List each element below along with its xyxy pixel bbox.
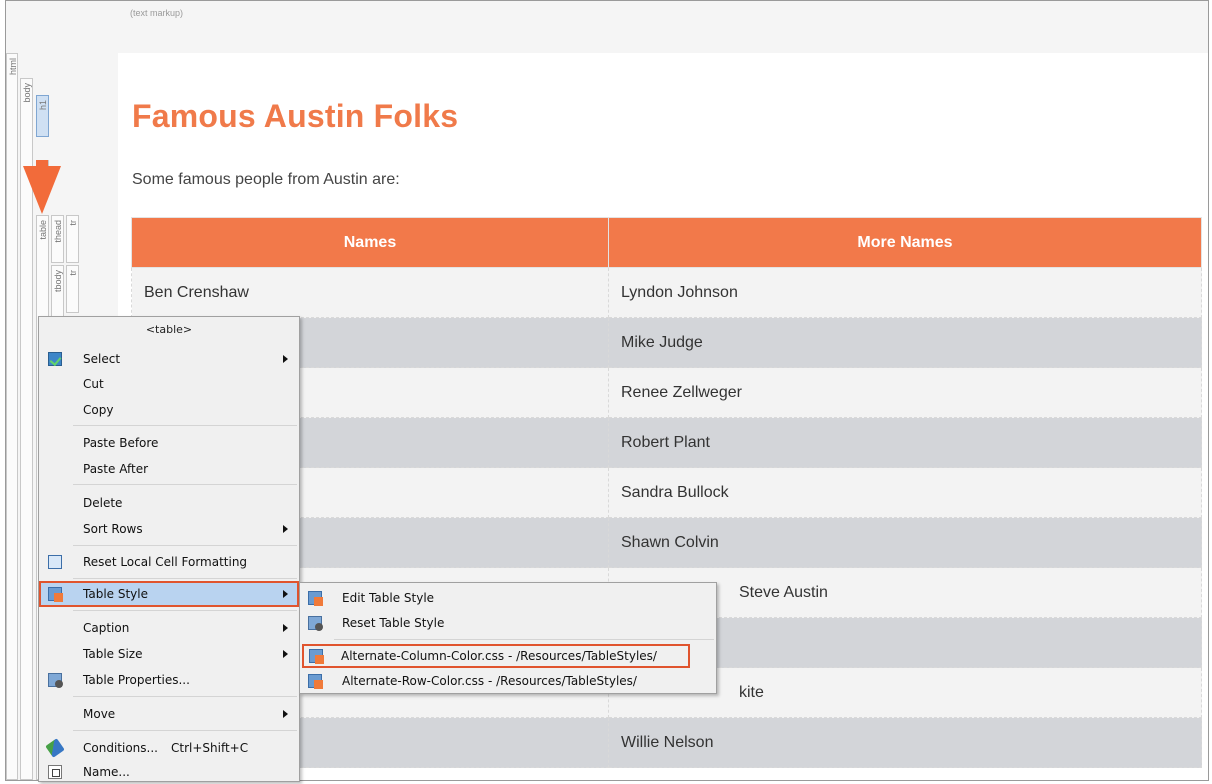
markup-label: (text markup) (130, 8, 184, 18)
table-row: Ben Crenshaw Lyndon Johnson (131, 267, 1202, 318)
callout-arrow-icon (23, 166, 61, 214)
table-cell[interactable]: Renee Zellweger (608, 367, 1202, 418)
markup-topbar (6, 1, 1208, 53)
submenu-item-alternate-row-color[interactable]: Alternate-Row-Color.css - /Resources/Tab… (301, 669, 715, 693)
menu-item-delete[interactable]: Delete (40, 491, 298, 515)
conditions-shortcut: Ctrl+Shift+C (171, 741, 249, 755)
edit-table-style-icon (308, 591, 323, 606)
submenu-arrow-icon (283, 525, 288, 533)
menu-item-table-style[interactable]: Table Style (39, 581, 299, 607)
stylesheet-icon (309, 649, 324, 664)
submenu-arrow-icon (283, 355, 288, 363)
name-icon (48, 765, 62, 779)
select-check-icon (48, 352, 62, 366)
table-cell[interactable]: Robert Plant (608, 417, 1202, 468)
menu-item-table-properties[interactable]: Table Properties... (40, 668, 298, 692)
table-cell[interactable]: Shawn Colvin (608, 517, 1202, 568)
table-header-row: Names More Names (131, 217, 1202, 268)
table-context-menu: <table> Select Cut Copy Paste Before Pas… (38, 316, 300, 782)
menu-item-name[interactable]: Name... (40, 760, 298, 784)
menu-separator (73, 610, 297, 611)
menu-separator (73, 696, 297, 697)
menu-item-caption[interactable]: Caption (40, 616, 298, 640)
table-cell[interactable]: Sandra Bullock (608, 467, 1202, 518)
reset-format-icon (48, 555, 62, 569)
table-cell[interactable]: Mike Judge (608, 317, 1202, 368)
intro-paragraph: Some famous people from Austin are: (132, 171, 400, 188)
submenu-arrow-icon (283, 624, 288, 632)
menu-item-sort-rows[interactable]: Sort Rows (40, 517, 298, 541)
structure-bar-tbody-tr[interactable]: tr (66, 265, 79, 313)
stylesheet-icon (308, 674, 323, 689)
table-properties-icon (48, 673, 63, 688)
submenu-item-alternate-column-color[interactable]: Alternate-Column-Color.css - /Resources/… (302, 644, 690, 668)
table-cell[interactable]: Ben Crenshaw (131, 267, 609, 318)
submenu-arrow-icon (283, 710, 288, 718)
table-cell[interactable]: Lyndon Johnson (608, 267, 1202, 318)
menu-item-conditions[interactable]: Conditions... Ctrl+Shift+C (40, 736, 298, 760)
menu-item-paste-after[interactable]: Paste After (40, 457, 298, 481)
submenu-arrow-icon (283, 650, 288, 658)
menu-separator (73, 425, 297, 426)
structure-bar-h1[interactable]: h1 (36, 95, 49, 137)
conditions-icon (45, 738, 65, 758)
structure-bar-thead-tr[interactable]: tr (66, 215, 79, 263)
menu-item-table-size[interactable]: Table Size (40, 642, 298, 666)
menu-item-reset-local-cell-formatting[interactable]: Reset Local Cell Formatting (40, 550, 298, 574)
structure-bar-html[interactable]: html (6, 53, 18, 780)
menu-separator (73, 578, 297, 579)
table-style-icon (48, 587, 63, 602)
menu-item-select[interactable]: Select (40, 347, 298, 371)
menu-separator (334, 639, 714, 640)
column-header-names: Names (131, 217, 609, 268)
reset-table-style-icon (308, 616, 323, 631)
menu-item-cut[interactable]: Cut (40, 372, 298, 396)
submenu-arrow-icon (283, 590, 288, 598)
submenu-item-reset-table-style[interactable]: Reset Table Style (301, 611, 715, 635)
menu-item-move[interactable]: Move (40, 702, 298, 726)
table-cell[interactable]: Willie Nelson (608, 717, 1202, 768)
column-header-more-names: More Names (608, 217, 1202, 268)
menu-item-copy[interactable]: Copy (40, 398, 298, 422)
structure-bar-thead[interactable]: thead (51, 215, 64, 263)
context-menu-title: <table> (145, 323, 193, 336)
table-style-submenu: Edit Table Style Reset Table Style Alter… (299, 582, 717, 694)
menu-separator (73, 730, 297, 731)
submenu-item-edit-table-style[interactable]: Edit Table Style (301, 586, 715, 610)
menu-separator (73, 545, 297, 546)
menu-item-paste-before[interactable]: Paste Before (40, 431, 298, 455)
page-heading: Famous Austin Folks (132, 98, 459, 134)
menu-separator (73, 484, 297, 485)
